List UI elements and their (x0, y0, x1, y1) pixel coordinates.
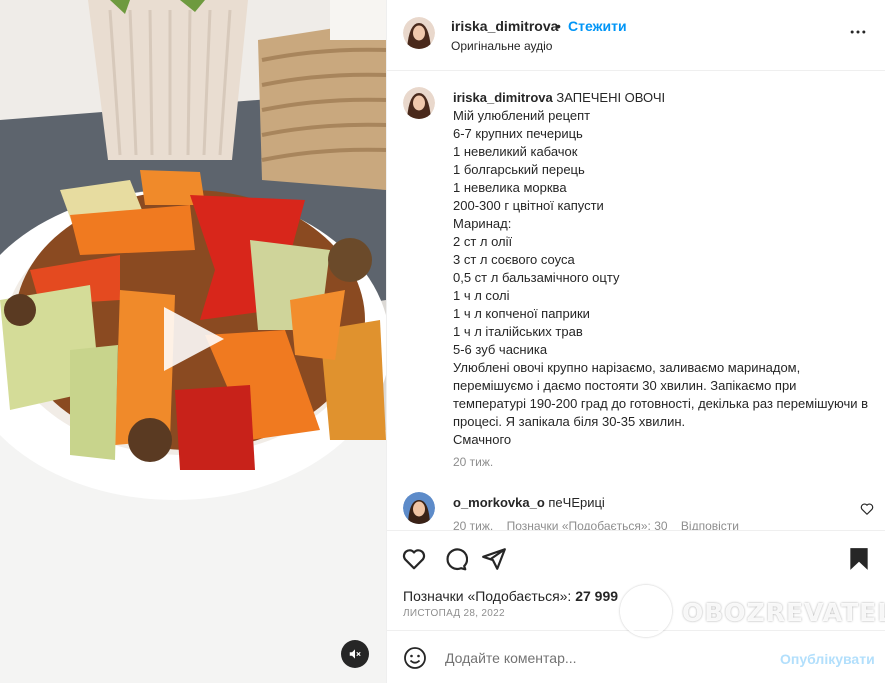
author-username[interactable]: iriska_dimitrova (451, 18, 558, 34)
play-icon[interactable] (164, 307, 224, 371)
share-icon[interactable] (481, 546, 507, 572)
caption-line: ⁣1 ч л копченої паприки (453, 306, 590, 321)
caption-avatar[interactable] (403, 87, 435, 119)
caption-line: ⁣1 ч л італійських трав (453, 324, 583, 339)
comment-meta: 20 тиж. Позначки «Подобається»: 30 Відпо… (453, 519, 749, 530)
reply-button[interactable]: Відповісти (681, 519, 739, 530)
audio-label[interactable]: Оригінальне аудіо (451, 39, 552, 53)
heart-icon[interactable] (401, 546, 427, 572)
post-date: ЛИСТОПАД 28, 2022 (403, 608, 505, 619)
commenter-username[interactable]: o_morkovka_o (453, 495, 545, 510)
caption-title: ЗАПЕЧЕНІ ОВОЧІ (556, 90, 666, 105)
caption-username[interactable]: iriska_dimitrova (453, 90, 553, 105)
caption-line: ⁣3 ст л соєвого соуса (453, 252, 575, 267)
comment-heart-icon[interactable] (860, 502, 874, 516)
likes-count[interactable]: Позначки «Подобається»: 27 999 (403, 588, 618, 604)
caption-timestamp[interactable]: 20 тиж. (453, 455, 493, 469)
post-comment-button[interactable]: Опублікувати (780, 651, 875, 667)
commenter-avatar[interactable] (403, 492, 435, 524)
caption-line: ⁣2 ст л олії (453, 234, 513, 249)
instagram-post-view: iriska_dimitrova • Стежити Оригінальне а… (0, 0, 885, 683)
caption-line: ⁣200-300 г цвітної капусти (453, 198, 604, 213)
mute-glyph (349, 649, 361, 659)
avatar-image (403, 492, 435, 524)
more-icon[interactable] (848, 22, 868, 42)
post-side-panel: iriska_dimitrova • Стежити Оригінальне а… (386, 0, 885, 683)
caption-line: ⁣1 невеликий кабачок (453, 144, 578, 159)
caption-line: ⁣1 болгарський перець (453, 162, 585, 177)
caption-line: ⁣1 невелика морква (453, 180, 567, 195)
comment-input[interactable] (443, 644, 777, 672)
bookmark-icon[interactable] (846, 546, 872, 572)
comment-icon[interactable] (442, 546, 468, 572)
follow-button[interactable]: Стежити (568, 18, 627, 34)
avatar-image (403, 87, 435, 119)
post-header: iriska_dimitrova • Стежити Оригінальне а… (387, 0, 885, 71)
watermark: OBOZREVATEL (620, 585, 885, 643)
comment-likes[interactable]: Позначки «Подобається»: 30 (507, 519, 668, 530)
caption-line: ⁣0,5 ст л бальзамічного оцту (453, 270, 620, 285)
caption-line: ⁣1 ч л солі (453, 288, 510, 303)
likes-number: 27 999 (575, 588, 619, 604)
caption-text: iriska_dimitrova ЗАПЕЧЕНІ ОВОЧІ Мій улюб… (453, 89, 873, 449)
emoji-icon[interactable] (403, 646, 427, 670)
comment-text: o_morkovka_o пеЧЕриці⁣ (453, 495, 605, 510)
likes-label: Позначки «Подобається»: (403, 588, 572, 604)
comments-area[interactable]: iriska_dimitrova ЗАПЕЧЕНІ ОВОЧІ Мій улюб… (387, 72, 885, 530)
caption-paragraph: Улюблені овочі крупно нарізаємо, заливає… (453, 360, 869, 429)
caption-line: Мій улюблений рецепт⁣ (453, 108, 591, 123)
caption-line: ⁣5-6 зуб часника (453, 342, 548, 357)
comment-time[interactable]: 20 тиж. (453, 519, 493, 530)
watermark-text: OBOZREVATEL (682, 598, 885, 627)
avatar-image (403, 17, 435, 49)
comment-body: пеЧЕриці⁣ (548, 495, 605, 510)
post-media[interactable] (0, 0, 386, 683)
caption-line: Маринад: (453, 216, 512, 231)
separator-dot: • (556, 18, 561, 34)
caption-closing: Смачного⁣ (453, 432, 512, 447)
watermark-logo (620, 585, 672, 637)
avatar[interactable] (403, 17, 435, 49)
caption-line: ⁣6-7 крупних печериць (453, 126, 583, 141)
mute-icon[interactable] (341, 640, 369, 668)
